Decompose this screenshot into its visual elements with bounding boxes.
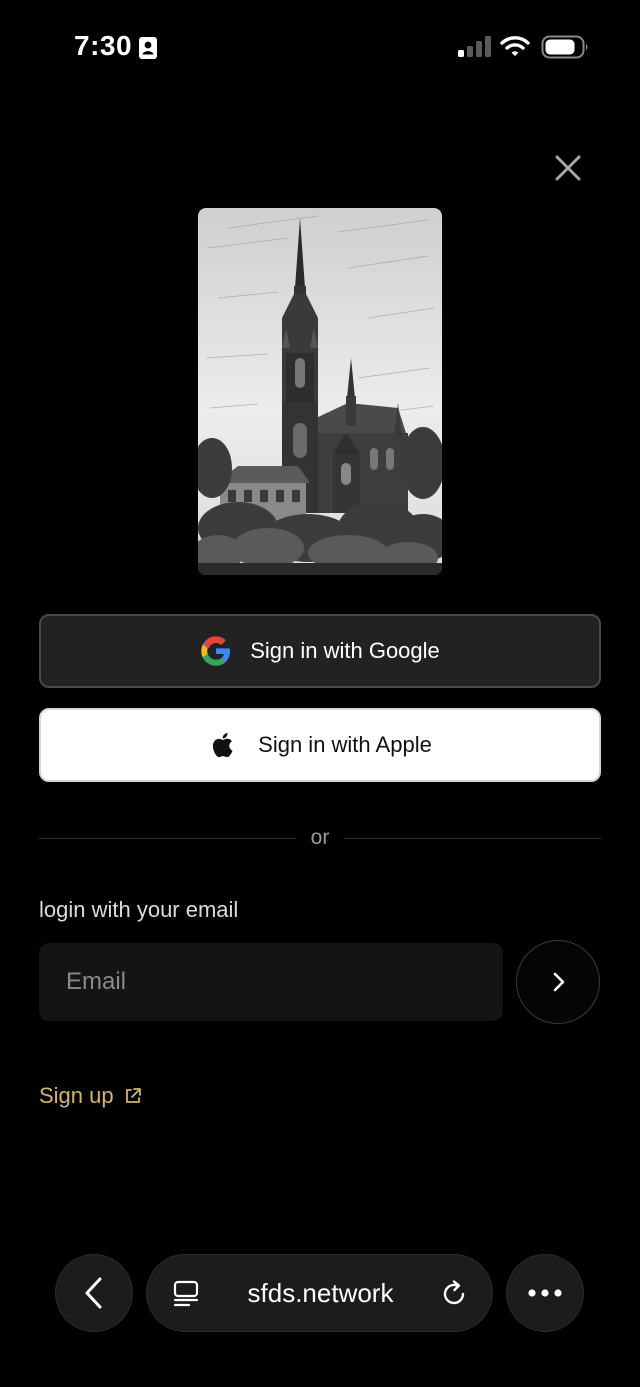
external-link-icon <box>125 1088 141 1103</box>
login-page: 7:30 Sign in with Google Sign in with Ap… <box>0 0 640 1387</box>
close-icon[interactable] <box>548 148 588 188</box>
apple-logo-icon <box>213 733 233 758</box>
sign-up-link[interactable]: Sign up <box>39 1083 142 1109</box>
sign-in-apple-label: Sign in with Apple <box>258 732 432 757</box>
chevron-right-icon <box>553 972 565 992</box>
chevron-left-icon <box>85 1277 102 1309</box>
or-divider: or <box>39 824 601 854</box>
cathedral-sketch-image <box>198 208 442 575</box>
reload-icon[interactable] <box>439 1279 469 1309</box>
browser-more-button[interactable] <box>506 1254 584 1332</box>
divider-line-right <box>344 838 601 839</box>
cellular-signal-icon <box>458 36 491 57</box>
status-time: 7:30 <box>74 30 133 61</box>
sign-in-google-button[interactable]: Sign in with Google <box>39 614 601 688</box>
more-icon <box>528 1289 562 1297</box>
email-input[interactable] <box>39 943 503 1021</box>
sign-up-label: Sign up <box>39 1083 114 1108</box>
google-logo-icon <box>201 636 231 666</box>
status-bar: 7:30 <box>0 0 640 96</box>
contact-card-icon <box>139 37 157 59</box>
battery-icon <box>541 35 588 59</box>
wifi-icon <box>500 36 530 56</box>
email-submit-button[interactable] <box>516 940 600 1024</box>
browser-back-button[interactable] <box>55 1254 133 1332</box>
browser-address-bar[interactable]: sfds.network <box>146 1254 493 1332</box>
email-section-label: login with your email <box>39 897 239 922</box>
sign-in-google-label: Sign in with Google <box>250 638 440 663</box>
sign-in-apple-button[interactable]: Sign in with Apple <box>39 708 601 782</box>
